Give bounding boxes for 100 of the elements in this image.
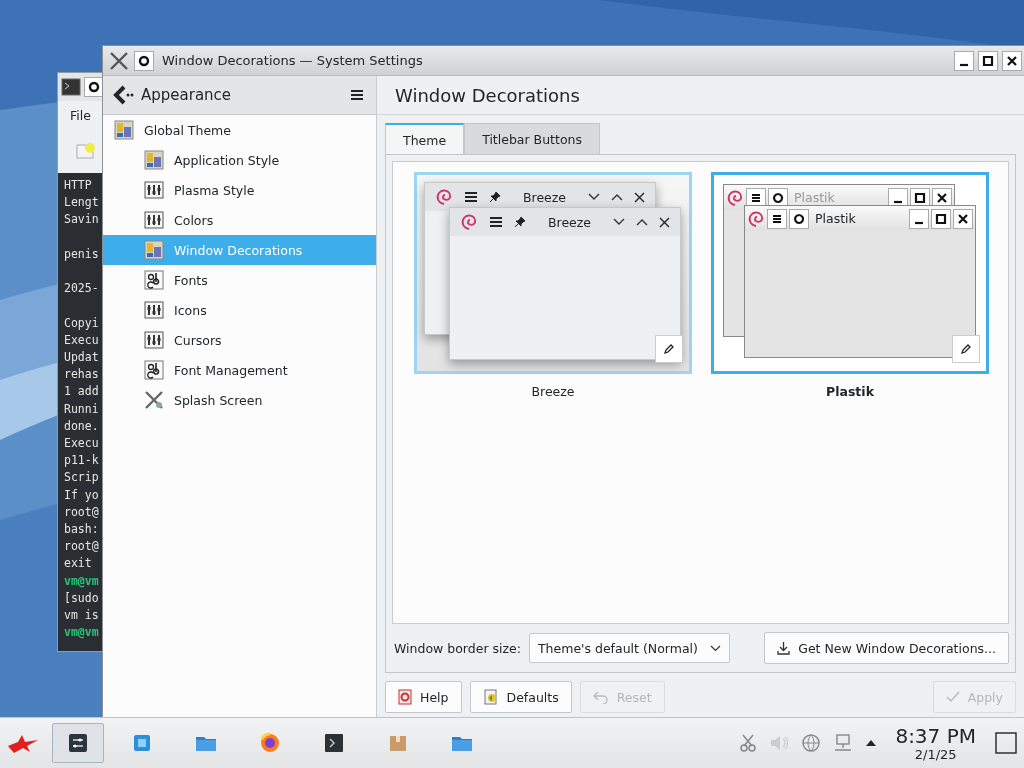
terminal-line: rehas — [64, 366, 100, 384]
undo-icon — [592, 690, 609, 704]
menu-icon[interactable] — [746, 187, 766, 208]
check-icon — [945, 691, 960, 703]
scissors-icon[interactable] — [739, 734, 758, 752]
lifebuoy-icon — [398, 689, 412, 705]
border-size-dropdown[interactable]: Theme's default (Normal) — [528, 633, 730, 663]
preview-title: Breeze — [546, 214, 593, 230]
terminal-icon — [322, 731, 346, 755]
defaults-button[interactable]: Defaults — [469, 681, 572, 713]
maximize-icon[interactable] — [978, 50, 998, 71]
terminal-line: Execu — [64, 331, 100, 349]
theme-name: Plastik — [826, 384, 874, 399]
pin-icon[interactable] — [134, 50, 154, 71]
pin-icon[interactable] — [789, 208, 809, 229]
show-desktop-icon[interactable] — [994, 731, 1018, 755]
terminal-line: Updat — [64, 349, 100, 366]
field-label: Window border size: — [394, 640, 521, 656]
terminal-line: p11-k — [64, 452, 100, 470]
theme-icon — [143, 149, 165, 171]
task-button[interactable] — [52, 723, 104, 763]
chevron-up-icon[interactable] — [611, 193, 623, 201]
terminal-line: bash: — [64, 521, 100, 538]
sidebar-item[interactable]: Plasma Style — [103, 175, 376, 205]
chevron-down-icon[interactable] — [588, 193, 600, 201]
sliders-icon — [143, 329, 165, 351]
terminal-line: Lengt — [64, 194, 100, 212]
sliders-icon — [143, 179, 165, 201]
close-icon[interactable] — [953, 208, 973, 229]
terminal-line: Runni — [64, 400, 100, 418]
maximize-icon[interactable] — [910, 187, 930, 208]
minimize-icon[interactable] — [888, 187, 908, 208]
terminal-line: vm@vm — [64, 624, 100, 642]
chevron-down-icon[interactable] — [613, 218, 625, 226]
swirl-icon — [435, 188, 453, 206]
close-icon[interactable] — [659, 216, 670, 228]
menu-icon[interactable] — [489, 216, 503, 228]
pin-icon[interactable] — [84, 77, 104, 97]
window-title: Window Decorations — System Settings — [162, 53, 424, 68]
menu-icon[interactable] — [464, 191, 478, 203]
clock-date[interactable]: 2/1/25 — [914, 747, 957, 761]
sidebar-item[interactable]: Splash Screen — [103, 385, 376, 415]
expand-tray-icon[interactable] — [865, 739, 878, 747]
terminal-line: 2025- — [64, 280, 100, 298]
pencil-icon — [663, 343, 675, 355]
pin-icon[interactable] — [768, 187, 788, 208]
settings-icon — [66, 731, 90, 755]
pin-icon[interactable] — [514, 216, 526, 228]
tools-icon — [143, 389, 165, 411]
sidebar-item[interactable]: Colors — [103, 205, 376, 235]
theme-icon — [113, 119, 135, 141]
close-icon[interactable] — [1002, 50, 1022, 71]
font-icon — [143, 359, 165, 381]
theme-preview[interactable]: Plastik Plastik — [711, 172, 989, 374]
help-button[interactable]: Help — [385, 681, 462, 713]
edit-button[interactable] — [655, 335, 683, 363]
get-new-button[interactable]: Get New Window Decorations... — [764, 632, 1009, 664]
terminal-line: Execu — [64, 435, 100, 452]
terminal-line: exit — [64, 555, 93, 573]
close-icon[interactable] — [634, 191, 645, 203]
tab[interactable]: Titlebar Buttons — [464, 123, 600, 154]
preview-title: Plastik — [793, 190, 836, 205]
swirl-icon — [747, 209, 765, 228]
minimize-icon[interactable] — [909, 208, 929, 229]
theme-icon — [143, 239, 165, 261]
font-icon — [143, 269, 165, 291]
terminal-line: root@ — [64, 538, 100, 556]
sidebar-item[interactable]: Fonts — [103, 265, 376, 295]
edit-button[interactable] — [952, 335, 980, 363]
terminal-line: Scrip — [64, 469, 100, 487]
globe-icon[interactable] — [801, 733, 822, 753]
minimize-icon[interactable] — [954, 50, 974, 71]
chevron-up-icon[interactable] — [636, 218, 648, 226]
terminal-line: 1 add — [64, 383, 100, 401]
browser-icon — [258, 731, 282, 755]
terminal-line: If yo — [64, 486, 100, 504]
sidebar-item[interactable]: Cursors — [103, 325, 376, 355]
sidebar-item[interactable]: Font Management — [103, 355, 376, 385]
pin-icon[interactable] — [489, 191, 501, 203]
terminal-line: root@ — [64, 503, 100, 521]
terminal-line: vm@vm — [64, 572, 100, 590]
back-icon[interactable] — [113, 85, 135, 105]
clock-time[interactable]: 8:37 PM — [895, 725, 976, 746]
terminal-icon[interactable] — [61, 78, 81, 96]
close-icon[interactable] — [932, 187, 952, 208]
preview-title: Breeze — [521, 189, 568, 205]
menu-icon[interactable] — [350, 89, 364, 101]
terminal-line: HTTP — [64, 177, 93, 194]
theme-preview[interactable]: Breeze Breeze — [414, 172, 692, 374]
tools-icon[interactable] — [108, 49, 130, 72]
sidebar-title: Appearance — [141, 86, 233, 104]
swirl-icon — [460, 213, 478, 231]
terminal-line: done. — [64, 417, 100, 435]
menu-icon[interactable] — [767, 208, 787, 229]
maximize-icon[interactable] — [931, 208, 951, 229]
sidebar-item[interactable]: Global Theme — [103, 115, 376, 145]
sidebar-item[interactable]: Icons — [103, 295, 376, 325]
tab[interactable]: Theme — [385, 123, 465, 155]
sidebar-item[interactable]: Application Style — [103, 145, 376, 175]
caret-icon — [709, 644, 721, 652]
